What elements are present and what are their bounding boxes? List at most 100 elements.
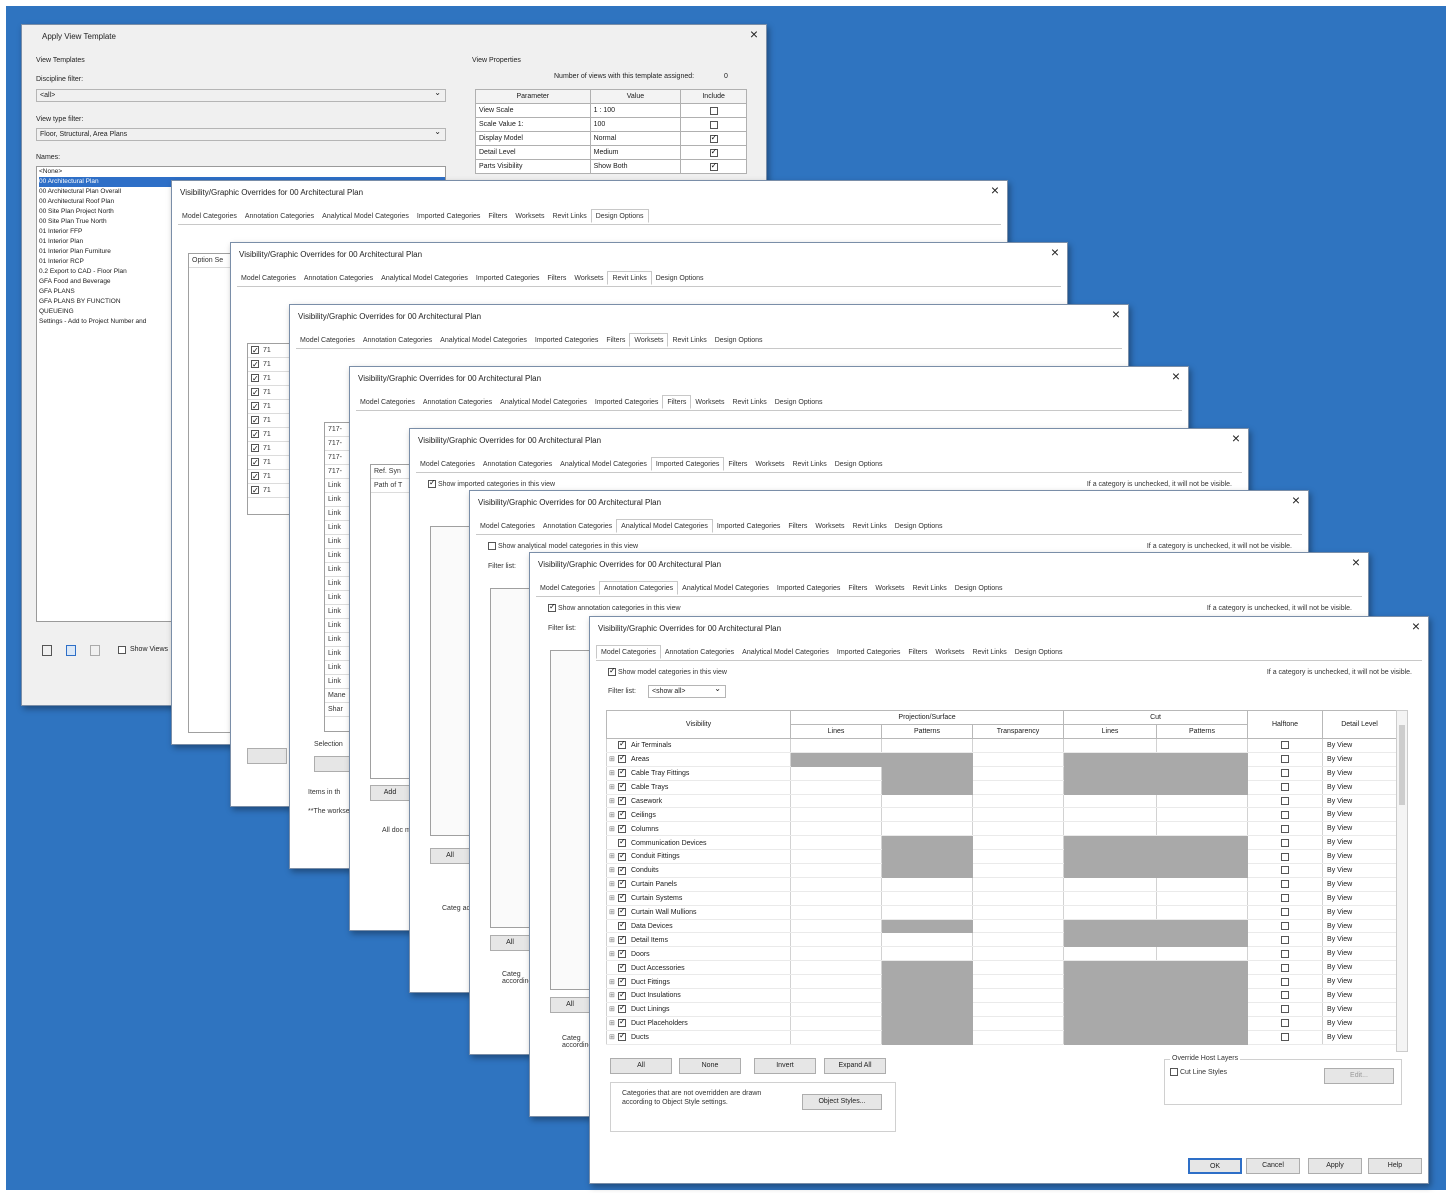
override-cell-pl[interactable]	[790, 807, 882, 823]
halftone-checkbox[interactable]	[1281, 755, 1290, 764]
revit-link-row[interactable]: 71	[248, 372, 290, 386]
halftone-checkbox[interactable]	[1281, 963, 1290, 972]
detail-level-cell[interactable]: By View	[1322, 932, 1398, 948]
override-cell-pl[interactable]	[790, 919, 882, 934]
halftone-checkbox[interactable]	[1281, 880, 1290, 889]
category-visible-checkbox[interactable]	[618, 1031, 626, 1042]
selection-button[interactable]	[314, 756, 354, 772]
tab-worksets[interactable]: Worksets	[570, 272, 607, 284]
link-visible-checkbox[interactable]	[251, 400, 259, 413]
show-model-checkbox[interactable]	[608, 666, 616, 676]
override-cell-pt[interactable]	[971, 752, 1065, 767]
override-cell-pt[interactable]	[971, 919, 1065, 934]
tab-revit-links[interactable]: Revit Links	[548, 210, 590, 222]
override-cell-cp[interactable]	[1156, 794, 1249, 809]
close-icon[interactable]: ×	[1412, 619, 1420, 633]
close-icon[interactable]: ×	[991, 183, 999, 197]
category-row[interactable]: ⊞ Curtain Panels By View	[606, 877, 1398, 892]
override-cell-pl[interactable]	[790, 974, 882, 990]
override-cell-pl[interactable]	[790, 738, 882, 753]
override-cell-pt[interactable]	[971, 905, 1065, 920]
override-cell-pt[interactable]	[971, 1030, 1065, 1045]
show-annotation-checkbox[interactable]	[548, 602, 556, 612]
override-cell-cl[interactable]	[1063, 891, 1158, 906]
detail-level-cell[interactable]: By View	[1322, 752, 1398, 767]
category-row[interactable]: Communication Devices By View	[606, 835, 1398, 851]
detail-level-cell[interactable]: By View	[1322, 766, 1398, 781]
override-cell-cl[interactable]	[1063, 946, 1158, 962]
category-visible-checkbox[interactable]	[618, 920, 626, 931]
category-visible-checkbox[interactable]	[618, 1003, 626, 1014]
detail-level-cell[interactable]: By View	[1322, 960, 1398, 976]
revit-link-row[interactable]: 71	[248, 344, 290, 358]
invert-button[interactable]: Invert	[754, 1058, 816, 1074]
detail-level-cell[interactable]: By View	[1322, 988, 1398, 1003]
expand-icon[interactable]: ⊞	[609, 825, 618, 833]
include-checkbox[interactable]	[709, 120, 718, 129]
category-visible-checkbox[interactable]	[618, 781, 626, 792]
tab-filters[interactable]: Filters	[662, 395, 692, 409]
tab-annotation-categories[interactable]: Annotation Categories	[241, 210, 318, 222]
tab-imported-categories[interactable]: Imported Categories	[773, 582, 844, 594]
category-row[interactable]: ⊞ Conduit Fittings By View	[606, 849, 1398, 865]
expand-icon[interactable]: ⊞	[609, 880, 618, 888]
tab-worksets[interactable]: Worksets	[691, 396, 728, 408]
halftone-checkbox[interactable]	[1281, 1019, 1290, 1028]
category-visible-checkbox[interactable]	[618, 962, 626, 972]
category-visible-checkbox[interactable]	[618, 990, 626, 1000]
none-button[interactable]: None	[679, 1058, 741, 1074]
tab-imported-categories[interactable]: Imported Categories	[650, 457, 725, 471]
override-cell-cp[interactable]	[1156, 807, 1249, 823]
link-visible-checkbox[interactable]	[251, 442, 259, 455]
detail-level-cell[interactable]: By View	[1322, 821, 1398, 837]
halftone-checkbox[interactable]	[1281, 783, 1290, 792]
revit-link-row[interactable]: 71	[248, 442, 290, 456]
override-cell-pt[interactable]	[971, 877, 1065, 892]
override-cell-pp[interactable]	[881, 738, 973, 753]
halftone-checkbox[interactable]	[1281, 852, 1290, 861]
category-visible-checkbox[interactable]	[618, 739, 626, 750]
halftone-checkbox[interactable]	[1281, 935, 1290, 944]
props-value[interactable]: Normal	[589, 131, 682, 146]
tab-filters[interactable]: Filters	[724, 458, 751, 470]
revit-link-row[interactable]: 71	[248, 484, 290, 498]
category-visible-checkbox[interactable]	[618, 823, 626, 833]
show-views-checkbox[interactable]	[118, 646, 126, 654]
expand-icon[interactable]: ⊞	[609, 797, 618, 805]
override-cell-cl[interactable]	[1063, 807, 1158, 823]
tab-model-categories[interactable]: Model Categories	[237, 272, 300, 284]
tab-analytical-model-categories[interactable]: Analytical Model Categories	[556, 458, 651, 470]
detail-level-cell[interactable]: By View	[1322, 891, 1398, 906]
tab-annotation-categories[interactable]: Annotation Categories	[598, 581, 679, 595]
tab-design-options[interactable]: Design Options	[590, 209, 649, 223]
tab-analytical-model-categories[interactable]: Analytical Model Categories	[436, 334, 531, 346]
override-cell-pl[interactable]	[790, 932, 882, 948]
include-checkbox[interactable]	[709, 106, 718, 115]
category-row[interactable]: ⊞ Duct Linings By View	[606, 1002, 1398, 1017]
expand-icon[interactable]: ⊞	[609, 783, 618, 791]
tab-design-options[interactable]: Design Options	[652, 272, 708, 284]
all-button[interactable]: All	[490, 935, 530, 951]
tab-model-categories[interactable]: Model Categories	[476, 520, 539, 532]
expand-icon[interactable]: ⊞	[609, 769, 618, 777]
category-visible-checkbox[interactable]	[618, 865, 626, 875]
expand-icon[interactable]: ⊞	[609, 1005, 618, 1013]
override-cell-cl[interactable]	[1063, 877, 1158, 892]
category-visible-checkbox[interactable]	[618, 851, 626, 861]
category-row[interactable]: ⊞ Cable Trays By View	[606, 780, 1398, 795]
detail-level-cell[interactable]: By View	[1322, 794, 1398, 809]
edit-button[interactable]: Edit...	[1324, 1068, 1394, 1084]
expand-all-button[interactable]: Expand All	[824, 1058, 886, 1074]
expand-icon[interactable]: ⊞	[609, 866, 618, 874]
close-icon[interactable]: ×	[1292, 493, 1300, 507]
tab-analytical-model-categories[interactable]: Analytical Model Categories	[738, 646, 833, 658]
table-scrollbar[interactable]	[1396, 710, 1408, 1052]
halftone-checkbox[interactable]	[1281, 1005, 1290, 1014]
category-row[interactable]: Air Terminals By View	[606, 738, 1398, 753]
link-visible-checkbox[interactable]	[251, 428, 259, 441]
tab-filters[interactable]: Filters	[602, 334, 629, 346]
tab-worksets[interactable]: Worksets	[931, 646, 968, 658]
override-cell-pp[interactable]	[881, 877, 973, 892]
override-cell-pl[interactable]	[790, 863, 882, 878]
override-cell-pl[interactable]	[790, 835, 882, 851]
